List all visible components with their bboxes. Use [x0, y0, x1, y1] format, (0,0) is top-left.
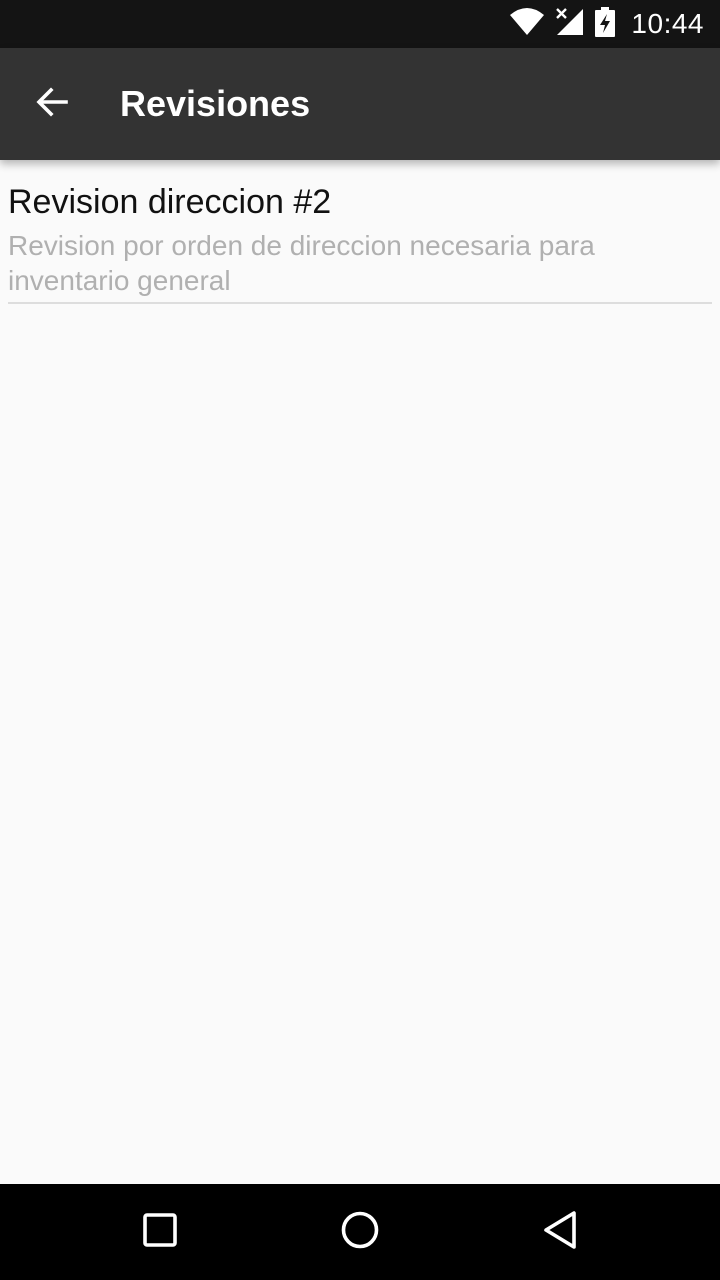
wifi-icon	[509, 7, 545, 42]
status-time: 10:44	[631, 8, 704, 39]
battery-charging-icon	[595, 6, 616, 42]
list-item-title: Revision direccion #2	[8, 183, 332, 221]
home-icon	[340, 1210, 380, 1255]
status-icons: 10:44	[509, 0, 704, 48]
app-bar: Revisiones	[0, 48, 720, 160]
list-item[interactable]: Revision direccion #2 Revision por orden…	[8, 180, 712, 304]
recents-icon	[142, 1212, 178, 1253]
status-bar: 10:44	[0, 0, 720, 48]
list-item-subtitle: Revision por orden de direccion necesari…	[8, 230, 595, 296]
page-title: Revisiones	[120, 83, 311, 124]
revision-list: Revision direccion #2 Revision por orden…	[0, 160, 720, 1184]
back-nav-button[interactable]	[530, 1202, 590, 1262]
arrow-back-icon	[34, 84, 70, 125]
navigation-bar	[0, 1184, 720, 1280]
recents-button[interactable]	[130, 1202, 190, 1262]
back-triangle-icon	[542, 1210, 578, 1255]
back-button[interactable]	[24, 76, 80, 132]
home-button[interactable]	[330, 1202, 390, 1262]
no-signal-icon	[555, 7, 585, 42]
